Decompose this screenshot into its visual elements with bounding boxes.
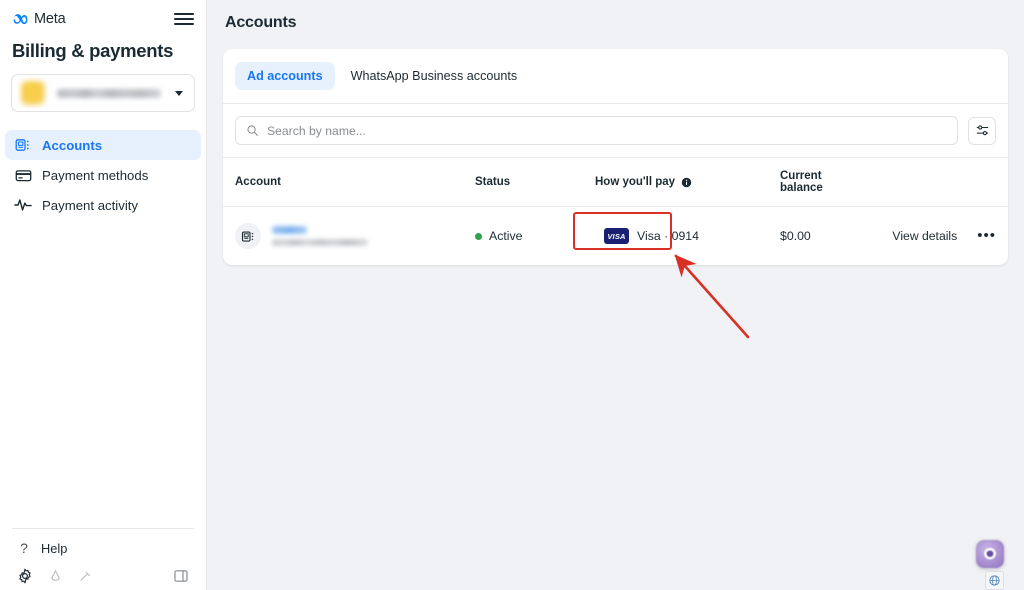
column-header-how-youll-pay-label: How you'll pay [595,176,676,188]
row-actions: View details ••• [872,228,996,243]
meta-wordmark: Meta [34,11,66,27]
more-options-icon[interactable]: ••• [977,228,996,243]
column-header-current-balance-line1: Current [780,170,822,182]
sidebar-item-payment-activity[interactable]: Payment activity [5,190,201,220]
sidebar-item-label: Accounts [42,137,103,153]
search-icon [247,125,258,136]
sidebar-bottom-toolbar [10,565,196,587]
accounts-icon [14,136,32,154]
business-avatar [21,81,45,105]
table-header: Account Status How you'll pay Current ba… [223,158,1008,206]
account-selector[interactable] [11,74,195,112]
column-header-current-balance-line2: balance [780,182,823,194]
sidebar: Meta Billing & payments Accounts Payment… [0,0,207,590]
page-section-title: Billing & payments [12,40,174,61]
app-root: Meta Billing & payments Accounts Payment… [0,0,1024,590]
page-title: Accounts [225,14,297,31]
column-header-account: Account [235,176,281,188]
column-header-status: Status [475,176,511,188]
brightness-icon[interactable] [40,569,70,584]
info-icon[interactable] [681,177,692,188]
filter-button[interactable] [968,116,996,145]
sidebar-item-label: Payment methods [42,167,149,183]
status-badge: Active [489,229,523,243]
account-list-icon [235,223,261,249]
account-cell[interactable] [235,223,475,249]
sidebar-item-label: Payment activity [42,197,139,213]
visa-card-icon: VISA [604,228,629,244]
balance-cell: $0.00 [780,229,811,243]
sidebar-item-accounts[interactable]: Accounts [5,130,201,160]
globe-icon[interactable] [985,571,1004,590]
hamburger-menu-icon[interactable] [174,11,194,27]
main-content: Accounts Ad accounts WhatsApp Business a… [207,0,1024,590]
status-cell: Active [475,229,595,243]
sidebar-brand-row: Meta [12,8,194,30]
sidebar-divider [12,528,194,529]
account-selector-name [57,88,161,98]
credit-card-icon [14,166,32,184]
payment-method-inner: VISA Visa · 0914 [595,222,708,250]
messenger-chat-icon[interactable] [976,540,1004,568]
gear-icon[interactable] [10,568,40,584]
question-mark-icon: ? [20,540,28,556]
tools-icon[interactable] [70,569,100,584]
account-name [272,226,307,234]
search-row [223,104,1008,157]
tab-bar: Ad accounts WhatsApp Business accounts [223,49,1008,103]
sidebar-item-payment-methods[interactable]: Payment methods [5,160,201,190]
tab-ad-accounts[interactable]: Ad accounts [235,62,335,90]
column-header-how-youll-pay: How you'll pay [595,176,780,188]
search-box[interactable] [235,116,958,145]
payment-method-cell[interactable]: VISA Visa · 0914 [595,222,780,250]
help-link[interactable]: ? Help [10,537,73,559]
filter-sliders-icon [976,125,988,136]
accounts-card: Ad accounts WhatsApp Business accounts S… [223,49,1008,265]
panel-toggle-icon[interactable] [166,568,196,584]
payment-method-label: Visa · 0914 [637,229,699,243]
account-subtitle [272,239,368,246]
chevron-down-icon [175,90,183,96]
sidebar-nav: Accounts Payment methods Payment activit… [0,130,206,220]
view-details-link[interactable]: View details [892,229,957,243]
tab-whatsapp-business-accounts[interactable]: WhatsApp Business accounts [339,62,530,90]
activity-pulse-icon [14,196,32,214]
search-input[interactable] [267,123,947,138]
sidebar-header: Meta [0,0,206,30]
help-label: Help [41,540,68,556]
account-name-block [272,226,368,246]
table-row[interactable]: Active VISA Visa · 0914 $0.00 View detai… [223,207,1008,265]
status-dot-icon [475,232,482,240]
meta-infinity-icon [13,13,28,24]
meta-logo[interactable]: Meta [12,11,66,27]
column-header-current-balance: Current balance [780,170,872,194]
